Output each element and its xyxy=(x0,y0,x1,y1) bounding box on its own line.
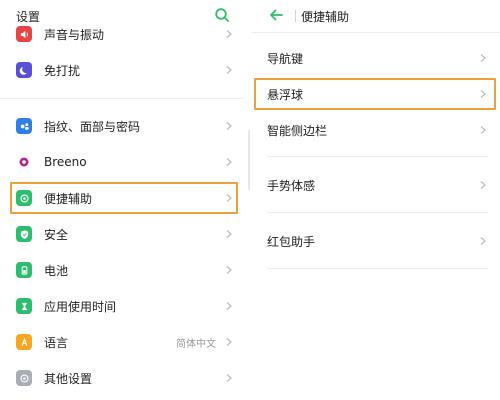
back-arrow-icon[interactable] xyxy=(268,7,284,23)
page-title: 便捷辅助 xyxy=(301,10,350,24)
face-icon xyxy=(16,118,32,134)
settings-item-label: 安全 xyxy=(44,227,69,242)
settings-item-battery[interactable]: 电池 xyxy=(0,252,244,288)
breeno-icon xyxy=(16,154,32,170)
section-divider xyxy=(0,98,244,99)
settings-item-label: 语言 xyxy=(44,335,69,350)
chevron-right-icon xyxy=(480,237,486,245)
settings-item-label: 便捷辅助 xyxy=(44,191,93,206)
settings-item-biometrics[interactable]: 指纹、面部与密码 xyxy=(0,108,244,144)
convenience-item-label: 导航键 xyxy=(267,51,304,66)
assist-icon xyxy=(16,190,32,206)
settings-item-label: 声音与振动 xyxy=(44,27,105,42)
chevron-right-icon xyxy=(226,158,232,166)
header-divider xyxy=(252,32,500,33)
battery-icon xyxy=(16,262,32,278)
settings-panel: 设置 声音与振动 免打扰 指纹、面部与密码 Breeno 便捷辅助 安全 电池 … xyxy=(0,0,244,400)
settings-item-label: 电池 xyxy=(44,263,69,278)
chevron-right-icon xyxy=(226,338,232,346)
convenience-item-label: 手势体感 xyxy=(267,178,316,193)
settings-item-label: 应用使用时间 xyxy=(44,299,117,314)
chevron-right-icon xyxy=(226,374,232,382)
chevron-right-icon xyxy=(480,54,486,62)
language-icon xyxy=(16,334,32,350)
chevron-right-icon xyxy=(226,30,232,38)
hourglass-icon xyxy=(16,298,32,314)
settings-item-dnd[interactable]: 免打扰 xyxy=(0,52,244,88)
settings-item-security[interactable]: 安全 xyxy=(0,216,244,252)
chevron-right-icon xyxy=(226,122,232,130)
convenience-panel: 便捷辅助 导航键 悬浮球 智能侧边栏 手势体感 红包助手 xyxy=(252,0,500,400)
convenience-item-gestures[interactable]: 手势体感 xyxy=(252,167,500,203)
chevron-right-icon xyxy=(226,266,232,274)
settings-item-convenience[interactable]: 便捷辅助 xyxy=(0,180,244,216)
chevron-right-icon xyxy=(480,126,486,134)
chevron-right-icon xyxy=(480,181,486,189)
settings-item-sound[interactable]: 声音与振动 xyxy=(0,16,244,52)
settings-item-language[interactable]: 语言 简体中文 xyxy=(0,324,244,360)
section-divider xyxy=(267,268,488,269)
convenience-item-label: 悬浮球 xyxy=(267,87,304,102)
settings-item-other[interactable]: 其他设置 xyxy=(0,360,244,396)
chevron-right-icon xyxy=(226,230,232,238)
moon-icon xyxy=(16,62,32,78)
settings-item-label: 其他设置 xyxy=(44,371,93,386)
settings-item-label: 免打扰 xyxy=(44,63,81,78)
language-value: 简体中文 xyxy=(176,338,216,350)
settings-item-breeno[interactable]: Breeno xyxy=(0,144,244,180)
convenience-item-nav-keys[interactable]: 导航键 xyxy=(252,40,500,76)
convenience-item-label: 智能侧边栏 xyxy=(267,123,328,138)
convenience-header: 便捷辅助 xyxy=(252,0,500,30)
shield-icon xyxy=(16,226,32,242)
settings-item-label: 指纹、面部与密码 xyxy=(44,119,141,134)
settings-item-label: Breeno xyxy=(44,155,87,169)
chevron-right-icon xyxy=(226,302,232,310)
chevron-right-icon xyxy=(480,90,486,98)
more-settings-icon xyxy=(16,370,32,386)
settings-item-screen-time[interactable]: 应用使用时间 xyxy=(0,288,244,324)
speaker-icon xyxy=(16,26,32,42)
convenience-item-red-packet[interactable]: 红包助手 xyxy=(252,223,500,259)
convenience-item-smart-sidebar[interactable]: 智能侧边栏 xyxy=(252,112,500,148)
chevron-right-icon xyxy=(226,66,232,74)
chevron-right-icon xyxy=(226,194,232,202)
convenience-item-floating-ball[interactable]: 悬浮球 xyxy=(252,76,500,112)
scrollbar[interactable] xyxy=(248,130,250,190)
header-separator xyxy=(295,10,296,22)
section-divider xyxy=(267,212,488,213)
section-divider xyxy=(267,156,488,157)
convenience-item-label: 红包助手 xyxy=(267,234,316,249)
